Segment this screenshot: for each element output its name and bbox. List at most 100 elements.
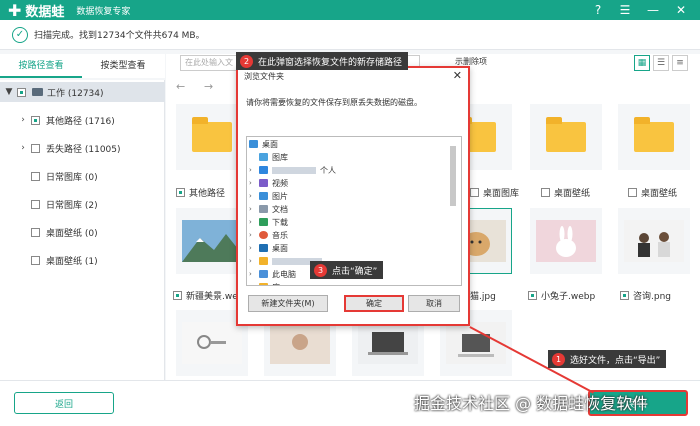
chevron-right-icon[interactable]: › [249,231,257,239]
file-tile[interactable] [618,208,690,274]
tree-item[interactable]: › 图片 [249,189,288,203]
sidebar-item-root[interactable]: ▼ 工作 (12734) [0,82,165,102]
tree-item[interactable]: 桌面 [249,137,278,151]
tab-by-path[interactable]: 按路径查看 [0,54,82,78]
tree-item[interactable]: › 视频 [249,176,288,190]
tree-item[interactable]: › 库 [249,280,280,286]
chevron-right-icon[interactable]: › [249,270,257,278]
tree-item-label: 文档 [272,204,288,214]
chevron-right-icon[interactable]: › [249,218,257,226]
folder-icon [546,117,586,152]
tree-item-label: 图片 [272,191,288,201]
grid-view-icon[interactable]: ▦ [634,55,650,71]
chevron-down-icon[interactable]: ▼ [4,87,14,97]
sidebar-item-label: 工作 (12734) [47,88,104,99]
tile-checkbox[interactable] [173,291,182,300]
chevron-right-icon[interactable]: › [249,166,257,174]
sidebar-item-gallery-2[interactable]: 日常图库 (2) [31,194,98,214]
tile-label[interactable]: 桌面壁纸 [541,186,590,199]
dialog-title: 浏览文件夹 [244,72,284,81]
tile-name: 其他路径 [189,189,226,199]
chevron-right-icon[interactable]: › [249,192,257,200]
tree-scrollbar[interactable] [450,146,456,206]
tile-label[interactable]: 小兔子.webp [528,289,595,302]
tile-checkbox[interactable] [528,291,537,300]
tree-item-label: 下载 [272,217,288,227]
chevron-right-icon[interactable]: › [249,205,257,213]
sidebar-checkbox[interactable] [17,87,26,97]
chevron-right-icon[interactable]: › [249,244,257,252]
sidebar-checkbox[interactable] [31,199,40,209]
chevron-right-icon[interactable]: › [18,115,28,125]
ok-button[interactable]: 确定 [344,295,404,312]
sidebar-item-label: 桌面壁纸 (1) [46,256,98,267]
app-name: 数据蛙 [25,4,65,20]
sidebar-checkbox[interactable] [31,171,40,181]
sidebar: ▼ 工作 (12734) › 其他路径 (1716) › 丢失路径 (11005… [0,80,165,380]
folder-icon [259,257,268,265]
close-icon[interactable]: ✕ [668,0,694,20]
tile-label[interactable]: 猫.jpg [470,289,496,302]
tile-checkbox[interactable] [620,291,629,300]
tile-checkbox[interactable] [470,188,479,197]
sidebar-item-gallery-0[interactable]: 日常图库 (0) [31,166,98,186]
list-view-icon[interactable]: ☰ [653,55,669,71]
sidebar-item-other-paths[interactable]: › 其他路径 (1716) [18,110,115,130]
laptop-thumbnail [358,322,418,364]
gallery-icon [259,153,268,161]
sidebar-item-wallpaper-1[interactable]: 桌面壁纸 (1) [31,250,98,270]
tree-item[interactable]: › 文档 [249,202,288,216]
minimize-icon[interactable]: — [640,0,666,20]
tile-label[interactable]: 新疆美景.we [173,289,238,302]
new-folder-button[interactable]: 新建文件夹(M) [248,295,328,312]
tree-item[interactable]: › 此电脑 [249,267,296,281]
chevron-right-icon[interactable]: › [249,179,257,187]
file-tile[interactable] [530,104,602,170]
sidebar-checkbox[interactable] [31,255,40,265]
tree-item[interactable]: › 个人 [249,163,336,177]
tile-label[interactable]: 桌面图库 [470,186,519,199]
file-tile[interactable] [530,208,602,274]
tree-item-label: 视频 [272,178,288,188]
close-icon[interactable]: ✕ [453,69,462,82]
sidebar-checkbox[interactable] [31,227,40,237]
detail-view-icon[interactable]: ≡ [672,55,688,71]
menu-icon[interactable]: ☰ [612,0,638,20]
library-icon [259,283,268,285]
tree-item[interactable]: › 桌面 [249,241,288,255]
tile-label[interactable]: 其他路径 [176,186,225,199]
tree-item-label: 库 [272,282,280,286]
tile-name: 咨询.png [633,292,671,302]
tile-checkbox[interactable] [628,188,637,197]
help-icon[interactable]: ? [585,0,611,20]
forward-arrow-icon[interactable]: → [204,80,213,93]
tree-item[interactable]: 图库 [259,150,288,164]
step-number: 1 [552,353,565,366]
tile-label[interactable]: 咨询.png [620,289,671,302]
tile-checkbox[interactable] [176,188,185,197]
tree-item[interactable]: › 音乐 [249,228,288,242]
tree-item[interactable]: › 下载 [249,215,288,229]
tab-by-type[interactable]: 按类型查看 [82,54,164,78]
tile-label[interactable]: 桌面壁纸 [628,186,677,199]
blurred-name [272,166,316,174]
folder-icon [192,117,232,152]
sidebar-checkbox[interactable] [31,143,40,153]
sidebar-item-lost-paths[interactable]: › 丢失路径 (11005) [18,138,120,158]
folder-icon [634,117,674,152]
back-arrow-icon[interactable]: ← [176,80,185,93]
sidebar-item-label: 其他路径 (1716) [46,116,115,127]
sidebar-item-wallpaper-0[interactable]: 桌面壁纸 (0) [31,222,98,242]
chevron-right-icon[interactable]: › [249,257,257,265]
tile-checkbox[interactable] [541,188,550,197]
tree-item-label: 图库 [272,152,288,162]
office-thumbnail [624,220,684,262]
chevron-right-icon[interactable]: › [249,283,257,285]
file-tile[interactable] [618,104,690,170]
callout-text: 在此弹窗选择恢复文件的新存储路径 [258,57,403,68]
chevron-right-icon[interactable]: › [18,143,28,153]
back-button[interactable]: 返回 [14,392,114,414]
sidebar-checkbox[interactable] [31,115,40,125]
cloud-icon [259,166,268,174]
cancel-button[interactable]: 取消 [408,295,460,312]
